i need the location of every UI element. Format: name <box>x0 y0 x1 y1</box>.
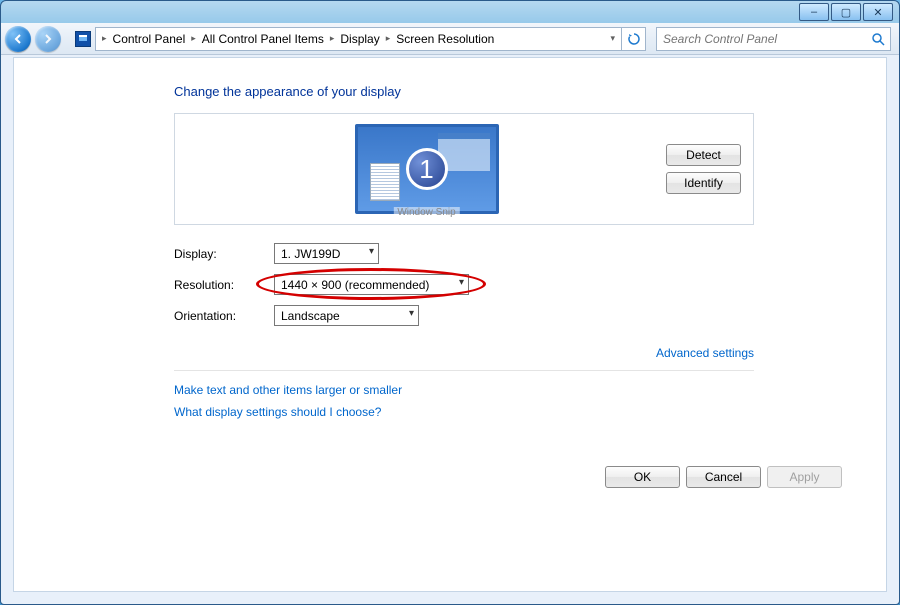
apply-button[interactable]: Apply <box>767 466 842 488</box>
help-link[interactable]: What display settings should I choose? <box>174 405 754 419</box>
address-dropdown-icon[interactable]: ▾ <box>604 33 621 44</box>
cancel-button[interactable]: Cancel <box>686 466 761 488</box>
resolution-dropdown[interactable]: 1440 × 900 (recommended) <box>274 274 469 295</box>
display-settings-icon <box>75 31 91 47</box>
display-dropdown[interactable]: 1. JW199D <box>274 243 379 264</box>
display-label: Display: <box>174 247 274 261</box>
breadcrumb-all-items[interactable]: All Control Panel Items <box>198 32 328 46</box>
chevron-right-icon: ▸ <box>189 33 198 44</box>
chevron-right-icon: ▸ <box>328 33 337 44</box>
navigation-toolbar: ▸ Control Panel ▸ All Control Panel Item… <box>1 23 899 55</box>
titlebar: – ▢ ✕ <box>1 1 899 23</box>
forward-button[interactable] <box>35 26 61 52</box>
text-size-link[interactable]: Make text and other items larger or smal… <box>174 383 754 397</box>
window: – ▢ ✕ ▸ Control Panel ▸ All Control Pane… <box>0 0 900 605</box>
divider <box>174 370 754 371</box>
dialog-actions: OK Cancel Apply <box>605 466 842 488</box>
chevron-right-icon: ▸ <box>384 33 393 44</box>
breadcrumb-display[interactable]: Display <box>336 32 383 46</box>
display-preview-area[interactable]: 1 Window Snip <box>187 122 666 216</box>
resolution-label: Resolution: <box>174 278 274 292</box>
monitor-icon[interactable]: 1 <box>355 124 499 214</box>
close-button[interactable]: ✕ <box>863 3 893 21</box>
ok-button[interactable]: OK <box>605 466 680 488</box>
address-bar[interactable]: ▸ Control Panel ▸ All Control Panel Item… <box>95 27 646 51</box>
search-input[interactable] <box>657 32 866 46</box>
refresh-button[interactable] <box>621 27 645 51</box>
content-pane: Change the appearance of your display 1 … <box>13 57 887 592</box>
orientation-label: Orientation: <box>174 309 274 323</box>
search-box[interactable] <box>656 27 891 51</box>
monitor-caption: Window Snip <box>393 207 459 218</box>
display-preview-panel: 1 Window Snip Detect Identify <box>174 113 754 225</box>
chevron-right-icon: ▸ <box>100 33 109 44</box>
monitor-number-badge: 1 <box>406 148 448 190</box>
breadcrumb-control-panel[interactable]: Control Panel <box>109 32 190 46</box>
orientation-dropdown[interactable]: Landscape <box>274 305 419 326</box>
minimize-button[interactable]: – <box>799 3 829 21</box>
breadcrumb-screen-resolution[interactable]: Screen Resolution <box>392 32 498 46</box>
maximize-button[interactable]: ▢ <box>831 3 861 21</box>
advanced-settings-link[interactable]: Advanced settings <box>656 346 754 360</box>
identify-button[interactable]: Identify <box>666 172 741 194</box>
page-title: Change the appearance of your display <box>174 84 754 99</box>
back-button[interactable] <box>5 26 31 52</box>
detect-button[interactable]: Detect <box>666 144 741 166</box>
search-icon[interactable] <box>866 32 890 46</box>
